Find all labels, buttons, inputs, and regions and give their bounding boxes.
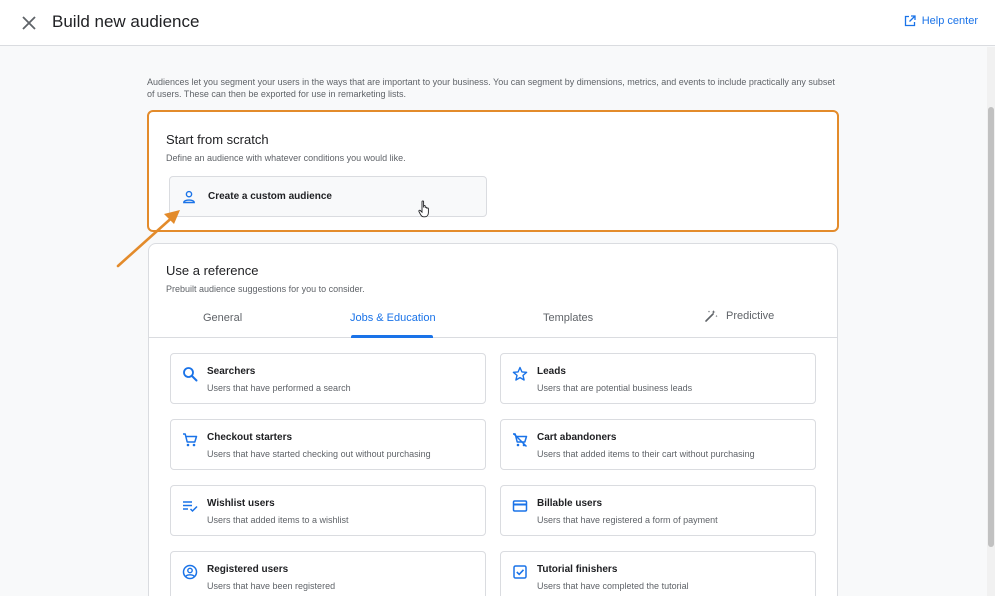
help-center-link[interactable]: Help center bbox=[904, 15, 978, 27]
search-icon bbox=[181, 365, 199, 383]
option-tutorial-finishers[interactable]: Tutorial finishers Users that have compl… bbox=[500, 551, 816, 596]
option-description: Users that have started checking out wit… bbox=[207, 449, 431, 459]
tab-jobs-education[interactable]: Jobs & Education bbox=[350, 312, 436, 324]
option-title: Leads bbox=[537, 366, 566, 377]
create-custom-audience-button[interactable]: Create a custom audience bbox=[169, 176, 487, 217]
option-description: Users that have registered a form of pay… bbox=[537, 515, 718, 525]
intro-text: Audiences let you segment your users in … bbox=[147, 77, 835, 99]
scrollbar-thumb[interactable] bbox=[988, 107, 994, 547]
option-description: Users that have performed a search bbox=[207, 383, 351, 393]
option-title: Wishlist users bbox=[207, 498, 275, 509]
scratch-subtitle: Define an audience with whatever conditi… bbox=[166, 153, 406, 163]
credit-card-icon bbox=[511, 497, 529, 515]
account-circle-icon bbox=[181, 563, 199, 581]
option-description: Users that have completed the tutorial bbox=[537, 581, 689, 591]
option-title: Cart abandoners bbox=[537, 432, 617, 443]
reference-tabs: General Jobs & Education Templates Predi… bbox=[149, 302, 837, 338]
option-description: Users that have been registered bbox=[207, 581, 336, 591]
tab-predictive[interactable]: Predictive bbox=[704, 309, 774, 323]
option-title: Billable users bbox=[537, 498, 603, 509]
reference-subtitle: Prebuilt audience suggestions for you to… bbox=[166, 284, 365, 294]
hand-cursor-icon bbox=[418, 200, 429, 218]
option-title: Registered users bbox=[207, 564, 289, 575]
option-title: Tutorial finishers bbox=[537, 564, 618, 575]
open-in-new-icon bbox=[904, 15, 916, 27]
star-icon bbox=[511, 365, 529, 383]
close-button[interactable] bbox=[17, 11, 41, 35]
tab-predictive-label: Predictive bbox=[726, 310, 775, 322]
create-custom-audience-label: Create a custom audience bbox=[208, 191, 332, 202]
close-icon bbox=[22, 16, 36, 30]
tab-templates-label: Templates bbox=[543, 312, 594, 324]
tab-jobs-education-label: Jobs & Education bbox=[350, 312, 436, 324]
tab-general-label: General bbox=[203, 312, 243, 324]
option-title: Checkout starters bbox=[207, 432, 293, 443]
cart-icon bbox=[181, 431, 199, 449]
option-wishlist-users[interactable]: Wishlist users Users that added items to… bbox=[170, 485, 486, 536]
option-registered-users[interactable]: Registered users Users that have been re… bbox=[170, 551, 486, 596]
checkbox-icon bbox=[511, 563, 529, 581]
page-scrollbar[interactable] bbox=[987, 47, 995, 596]
help-center-label: Help center bbox=[921, 15, 978, 27]
option-description: Users that added items to a wishlist bbox=[207, 515, 349, 525]
magic-wand-icon bbox=[705, 310, 718, 322]
tab-general[interactable]: General bbox=[203, 312, 242, 324]
start-from-scratch-card: Start from scratch Define an audience wi… bbox=[147, 110, 839, 232]
active-tab-indicator bbox=[351, 335, 433, 338]
option-checkout-starters[interactable]: Checkout starters Users that have starte… bbox=[170, 419, 486, 470]
option-description: Users that added items to their cart wit… bbox=[537, 449, 755, 459]
option-cart-abandoners[interactable]: Cart abandoners Users that added items t… bbox=[500, 419, 816, 470]
scratch-title: Start from scratch bbox=[166, 132, 269, 147]
top-bar: Build new audience Help center bbox=[0, 0, 995, 46]
option-searchers[interactable]: Searchers Users that have performed a se… bbox=[170, 353, 486, 404]
option-description: Users that are potential business leads bbox=[537, 383, 693, 393]
page-title: Build new audience bbox=[52, 12, 200, 31]
option-title: Searchers bbox=[207, 366, 256, 377]
option-leads[interactable]: Leads Users that are potential business … bbox=[500, 353, 816, 404]
cart-off-icon bbox=[511, 431, 529, 449]
playlist-check-icon bbox=[181, 497, 199, 515]
use-a-reference-card: Use a reference Prebuilt audience sugges… bbox=[148, 243, 838, 596]
tab-templates[interactable]: Templates bbox=[543, 312, 593, 324]
reference-title: Use a reference bbox=[166, 263, 259, 278]
option-billable-users[interactable]: Billable users Users that have registere… bbox=[500, 485, 816, 536]
